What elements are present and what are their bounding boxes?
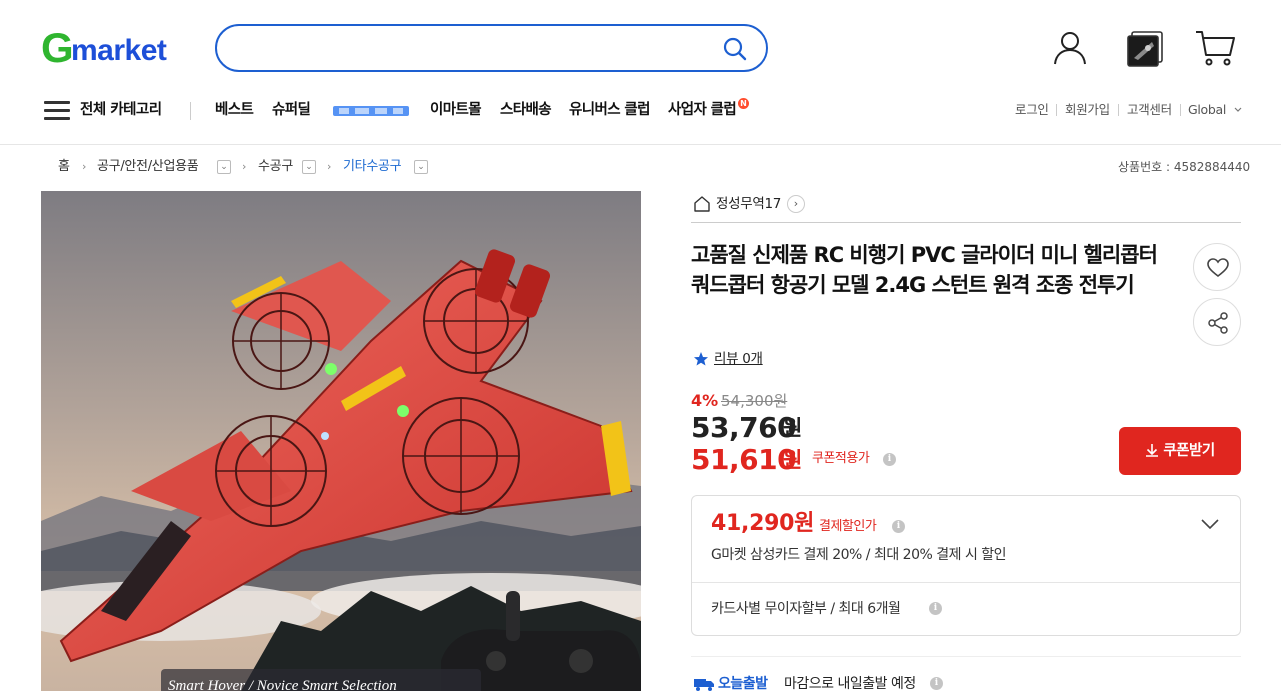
truck-icon — [694, 679, 714, 691]
customer-center-link[interactable]: 고객센터 — [1127, 101, 1172, 119]
logo-text: market — [71, 34, 167, 67]
star-icon — [694, 352, 708, 366]
search-input[interactable] — [237, 36, 717, 60]
new-badge: N — [738, 98, 749, 109]
info-icon[interactable]: i — [930, 677, 943, 690]
payment-discount-label: 결제할인가 — [819, 519, 877, 534]
menu-icon[interactable] — [44, 101, 70, 121]
breadcrumb-arrow-icon: › — [242, 160, 247, 173]
discount-rate: 4% — [691, 391, 719, 410]
info-icon[interactable]: i — [883, 453, 896, 466]
login-link[interactable]: 로그인 — [1015, 101, 1049, 119]
seller-name[interactable]: 정성무역17 — [716, 194, 781, 214]
share-button[interactable] — [1193, 298, 1241, 346]
coupon-applied-label: 쿠폰적용가 — [812, 451, 870, 466]
share-icon — [1208, 312, 1228, 334]
logo-g: G — [41, 24, 74, 71]
coupon-download-button[interactable]: 쿠폰받기 — [1119, 427, 1241, 475]
product-image[interactable]: Smart Hover / Novice Smart Selection — [41, 191, 641, 691]
promo-graphic — [333, 106, 409, 116]
coupon-button-label: 쿠폰받기 — [1163, 443, 1215, 459]
coupon-price-unit: 원 — [783, 448, 803, 472]
gmarket-logo[interactable]: G market — [41, 24, 191, 71]
breadcrumb-arrow-icon: › — [82, 160, 87, 173]
nav-promo-banner[interactable] — [331, 98, 411, 122]
nav-item-star-delivery[interactable]: 스타배송 — [500, 99, 552, 121]
signup-link[interactable]: 회원가입 — [1065, 101, 1110, 119]
breadcrumb-level-3[interactable]: 기타수공구 — [343, 158, 402, 176]
breadcrumb-level-2[interactable]: 수공구 — [258, 158, 293, 176]
today-shipping-badge: 오늘출발 — [718, 676, 768, 692]
search-bar — [215, 24, 768, 72]
product-title: 고품질 신제품 RC 비행기 PVC 글라이더 미니 헬리콥터 쿼드콥터 항공기… — [691, 243, 1158, 297]
breadcrumb-dropdown-icon[interactable]: ⌄ — [414, 160, 428, 174]
heart-icon — [1207, 258, 1229, 278]
shipping-divider — [691, 656, 1241, 657]
cart-icon[interactable] — [1194, 27, 1236, 69]
breadcrumb-dropdown-icon[interactable]: ⌄ — [217, 160, 231, 174]
nav-item-best[interactable]: 베스트 — [215, 99, 254, 121]
user-icon[interactable] — [1050, 28, 1090, 68]
breadcrumb-arrow-icon: › — [327, 160, 332, 173]
coupon-price: 51,610 — [691, 443, 797, 476]
chevron-right-icon[interactable]: › — [787, 195, 805, 213]
breadcrumb-dropdown-icon[interactable]: ⌄ — [302, 160, 316, 174]
shipping-text: 마감으로 내일출발 예정 — [784, 676, 916, 692]
util-divider — [1118, 104, 1119, 116]
payment-divider — [692, 582, 1240, 583]
product-number: 상품번호 : 4582884440 — [1118, 160, 1251, 174]
payment-discount-description: G마켓 삼성카드 결제 20% / 최대 20% 결제 시 할인 — [711, 547, 1007, 563]
breadcrumb-home[interactable]: 홈 — [58, 158, 70, 176]
nav-item-emartmall[interactable]: 이마트몰 — [430, 99, 482, 121]
chevron-down-icon — [1234, 107, 1242, 112]
search-icon[interactable] — [722, 36, 748, 62]
nav-divider — [190, 102, 191, 120]
util-divider — [1180, 104, 1181, 116]
original-price: 54,300원 — [721, 392, 788, 410]
nav-item-universe-club[interactable]: 유니버스 클럽 — [569, 99, 650, 121]
installment-info: 카드사별 무이자할부 / 최대 6개월 — [711, 601, 901, 617]
nav-item-business-club[interactable]: 사업자 클럽 — [668, 99, 737, 121]
review-link[interactable]: 리뷰 0개 — [714, 349, 763, 369]
sale-price-unit: 원 — [783, 416, 803, 440]
breadcrumb-level-1[interactable]: 공구/안전/산업용품 — [97, 158, 199, 176]
recent-item-icon[interactable] — [1126, 30, 1164, 68]
store-icon — [694, 196, 710, 212]
info-icon[interactable]: i — [892, 520, 905, 533]
chevron-down-icon[interactable] — [1200, 517, 1220, 531]
image-caption: Smart Hover / Novice Smart Selection — [168, 678, 397, 691]
util-divider — [1056, 104, 1057, 116]
all-categories[interactable]: 전체 카테고리 — [80, 99, 162, 121]
wishlist-button[interactable] — [1193, 243, 1241, 291]
info-icon[interactable]: i — [929, 602, 942, 615]
header-divider — [0, 144, 1281, 145]
global-link[interactable]: Global — [1188, 101, 1226, 119]
seller-divider — [691, 222, 1241, 223]
payment-discount-price: 41,290원 — [711, 511, 815, 536]
download-icon — [1146, 444, 1159, 457]
sale-price: 53,760 — [691, 411, 797, 444]
nav-item-superdeal[interactable]: 슈퍼딜 — [272, 99, 311, 121]
